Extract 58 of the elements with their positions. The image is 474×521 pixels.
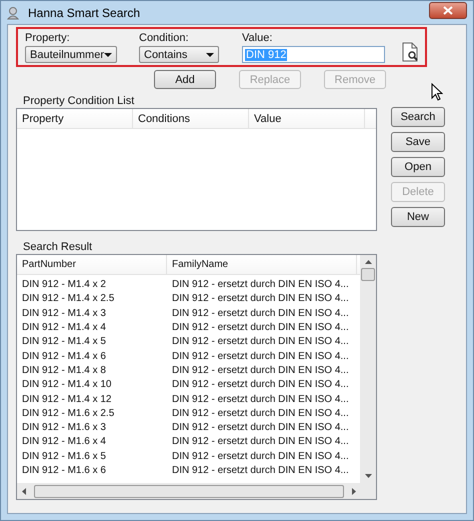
- table-cell-text: DIN 912 - M1.4 x 3: [21, 306, 107, 321]
- property-label: Property:: [25, 32, 71, 45]
- table-cell-text: DIN 912 - ersetzt durch DIN EN ISO 4...: [171, 321, 350, 336]
- close-button[interactable]: [429, 2, 467, 19]
- scroll-right-icon[interactable]: [352, 488, 356, 494]
- column-header[interactable]: PartNumber: [17, 255, 167, 274]
- side-button[interactable]: Open: [391, 157, 445, 177]
- window-title: Hanna Smart Search: [28, 6, 140, 20]
- table-cell-text: DIN 912 - M1.4 x 5: [21, 335, 107, 350]
- scroll-down-icon[interactable]: [364, 474, 372, 478]
- table-cell-text: DIN 912 - M1.4 x 2: [21, 278, 107, 292]
- table-cell-text: DIN 912 - M1.6 x 2.5: [21, 406, 116, 421]
- column-header[interactable]: FamilyName: [167, 255, 357, 274]
- scroll-up-icon[interactable]: [364, 260, 372, 264]
- condition-dropdown[interactable]: Contains: [139, 46, 219, 63]
- table-cell-text: DIN 912 - M1.6 x 4: [21, 435, 107, 450]
- column-header[interactable]: Conditions: [133, 109, 249, 128]
- table-cell-text: DIN 912 - M1.4 x 12: [21, 392, 112, 407]
- table-cell-text: DIN 912 - ersetzt durch DIN EN ISO 4...: [171, 406, 350, 421]
- group-title: Search Result: [22, 241, 94, 254]
- group-title: Property Condition List: [22, 95, 136, 108]
- scroll-left-icon[interactable]: [22, 488, 26, 494]
- side-button[interactable]: New: [391, 207, 445, 227]
- close-icon: [443, 6, 453, 15]
- table-cell-text: DIN 912 - ersetzt durch DIN EN ISO 4...: [171, 435, 350, 450]
- table-cell-text: DIN 912 - ersetzt durch DIN EN ISO 4...: [171, 350, 350, 364]
- action-button[interactable]: Add: [154, 70, 216, 89]
- side-button[interactable]: Search: [391, 107, 445, 127]
- table-cell-text: DIN 912 - ersetzt durch DIN EN ISO 4...: [171, 292, 350, 306]
- table-cell-text: DIN 912 - M1.4 x 6: [21, 350, 107, 364]
- scroll-thumb[interactable]: [361, 268, 375, 281]
- table-cell-text: DIN 912 - ersetzt durch DIN EN ISO 4...: [171, 464, 350, 478]
- table-cell-text: DIN 912 - ersetzt durch DIN EN ISO 4...: [171, 450, 350, 464]
- table-cell-text: DIN 912 - ersetzt durch DIN EN ISO 4...: [171, 421, 350, 436]
- table-cell-text: DIN 912 - M1.4 x 10: [21, 378, 112, 392]
- mouse-pointer-icon: [431, 83, 443, 101]
- column-header[interactable]: Value: [249, 109, 365, 128]
- table-cell-text: DIN 912 - M1.4 x 2.5: [21, 292, 116, 306]
- scroll-thumb[interactable]: [34, 484, 344, 498]
- table-cell-text: DIN 912 - ersetzt durch DIN EN ISO 4...: [171, 364, 350, 378]
- table-cell-text: DIN 912 - M1.6 x 3: [21, 421, 107, 436]
- table-cell-text: DIN 912 - ersetzt durch DIN EN ISO 4...: [171, 392, 350, 407]
- table-cell-text: DIN 912 - M1.4 x 4: [21, 321, 107, 336]
- table-cell-text: DIN 912 - M1.4 x 8: [21, 364, 107, 378]
- table-cell-text: DIN 912 - M1.6 x 6: [21, 464, 107, 478]
- property-dropdown[interactable]: Bauteilnummer: [25, 46, 117, 63]
- table-cell-text: DIN 912 - ersetzt durch DIN EN ISO 4...: [171, 378, 350, 392]
- table-cell-text: DIN 912 - M1.6 x 5: [21, 450, 107, 464]
- table-cell-text: DIN 912 - ersetzt durch DIN EN ISO 4...: [171, 335, 350, 350]
- condition-label: Condition:: [139, 32, 190, 45]
- table-cell-text: DIN 912 - ersetzt durch DIN EN ISO 4...: [171, 278, 350, 292]
- column-header[interactable]: Property: [17, 109, 133, 128]
- table-cell-text: DIN 912 - ersetzt durch DIN EN ISO 4...: [171, 306, 350, 321]
- document-search-icon[interactable]: [402, 42, 420, 62]
- horizontal-scrollbar[interactable]: [17, 483, 376, 499]
- value-label: Value:: [242, 32, 274, 45]
- vertical-scrollbar[interactable]: [360, 255, 376, 483]
- side-button[interactable]: Save: [391, 132, 445, 152]
